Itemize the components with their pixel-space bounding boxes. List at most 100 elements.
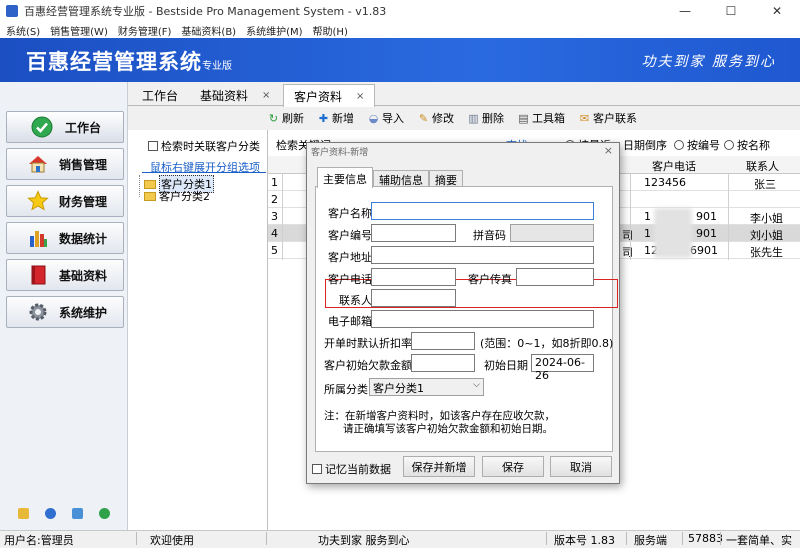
- maximize-button[interactable]: ☐: [708, 0, 754, 22]
- label-init-date: 初始日期: [484, 359, 528, 372]
- menu-system[interactable]: 系统(S): [6, 23, 40, 38]
- tab-basic-data[interactable]: 基础资料 ×: [190, 84, 280, 106]
- redacted-region: [654, 208, 692, 258]
- customer-contact-button[interactable]: ✉ 客户联系: [579, 110, 637, 126]
- remember-data-checkbox[interactable]: 记忆当前数据: [312, 461, 391, 477]
- dialog-title: 客户资料-新增: [311, 148, 369, 158]
- brand-slogan: 功夫到家 服务到心: [641, 54, 776, 70]
- contact-person-input[interactable]: [371, 289, 456, 307]
- initial-debt-input[interactable]: [411, 354, 475, 372]
- link-category-checkbox[interactable]: 检索时关联客户分类: [148, 138, 260, 154]
- pinyin-code-input: [510, 224, 594, 242]
- nav-sales[interactable]: 销售管理: [6, 148, 124, 180]
- menu-bar: 系统(S) 销售管理(W) 财务管理(F) 基础资料(B) 系统维护(M) 帮助…: [0, 22, 800, 38]
- add-button[interactable]: ✚ 新增: [318, 110, 354, 126]
- tree-item-category-2[interactable]: 客户分类2: [144, 188, 210, 204]
- left-nav-panel: 工作台 销售管理 财务管理 数据统计 基础资料 系统维护: [0, 82, 128, 530]
- nav-statistics[interactable]: 数据统计: [6, 222, 124, 254]
- nav-basic-data[interactable]: 基础资料: [6, 259, 124, 291]
- email-input[interactable]: [371, 310, 594, 328]
- app-banner: 百惠经营管理系统专业版 功夫到家 服务到心: [0, 38, 800, 82]
- checkbox-box[interactable]: [148, 141, 158, 151]
- label-email: 电子邮箱: [328, 315, 372, 328]
- chevron-down-icon: ⌵: [473, 380, 480, 390]
- refresh-button[interactable]: ↻ 刷新: [268, 110, 304, 126]
- nav-label: 基础资料: [59, 268, 108, 283]
- menu-maintenance[interactable]: 系统维护(M): [246, 23, 302, 38]
- app-icon: [6, 5, 18, 17]
- menu-sales[interactable]: 销售管理(W): [50, 23, 108, 38]
- customer-phone-input[interactable]: [371, 268, 456, 286]
- nav-workbench[interactable]: 工作台: [6, 111, 124, 143]
- label-address: 客户地址: [328, 251, 372, 264]
- initial-date-input[interactable]: 2024-06-26: [531, 354, 594, 382]
- pencil-icon: ✎: [418, 111, 429, 125]
- brand-edition: 专业版: [202, 61, 232, 72]
- radio-by-code[interactable]: 按编号: [674, 137, 720, 153]
- nav-label: 数据统计: [59, 231, 108, 246]
- category-select[interactable]: 客户分类1 ⌵: [369, 378, 484, 396]
- tab-summary[interactable]: 摘要: [429, 170, 463, 187]
- plus-icon: ✚: [318, 111, 329, 125]
- delete-button[interactable]: ▥ 删除: [468, 110, 504, 126]
- category-tree-panel: 检索时关联客户分类 鼠标右键展开分组选项 客户分类1 客户分类2: [128, 130, 268, 530]
- trash-icon: ▥: [468, 111, 479, 125]
- toolbox-icon: ▤: [518, 111, 529, 125]
- calculator-icon[interactable]: [72, 508, 83, 519]
- lock-icon[interactable]: [18, 508, 29, 519]
- tab-main-info[interactable]: 主要信息: [317, 167, 373, 188]
- grid-divider: [630, 174, 631, 260]
- customer-fax-input[interactable]: [516, 268, 594, 286]
- nav-label: 系统维护: [59, 305, 108, 320]
- bar-chart-icon: [27, 227, 49, 249]
- discount-rate-input[interactable]: [411, 332, 475, 350]
- tab-customer-data[interactable]: 客户资料 ×: [283, 84, 376, 107]
- grid-divider: [728, 174, 729, 260]
- tree-hint-underline: [142, 172, 266, 173]
- dialog-form-panel: 客户名称 客户编号 拼音码 客户地址 客户电话 客户传真 联系人 电子邮箱 开单…: [315, 186, 618, 452]
- edit-button[interactable]: ✎ 修改: [418, 110, 454, 126]
- import-button[interactable]: ◒ 导入: [368, 110, 404, 126]
- toolbox-button[interactable]: ▤ 工具箱: [518, 110, 565, 126]
- info-icon[interactable]: [45, 508, 56, 519]
- book-icon: [27, 264, 49, 286]
- exit-icon[interactable]: [99, 508, 110, 519]
- close-tab-icon[interactable]: ×: [262, 90, 270, 101]
- customer-address-input[interactable]: [371, 246, 594, 264]
- col-contact-header: 联系人: [746, 160, 779, 173]
- window-titlebar: 百惠经营管理系统专业版 - Bestside Pro Management Sy…: [0, 0, 800, 22]
- nav-finance[interactable]: 财务管理: [6, 185, 124, 217]
- save-and-new-button[interactable]: 保存并新增: [403, 456, 475, 477]
- label-phone: 客户电话: [328, 273, 372, 286]
- radio-by-name[interactable]: 按名称: [724, 137, 770, 153]
- col-phone-header: 客户电话: [652, 160, 696, 173]
- cancel-button[interactable]: 取消: [550, 456, 612, 477]
- star-icon: [27, 190, 49, 212]
- label-pinyin: 拼音码: [473, 229, 506, 242]
- customer-name-input[interactable]: [371, 202, 594, 220]
- save-button[interactable]: 保存: [482, 456, 544, 477]
- label-category: 所属分类: [324, 383, 368, 396]
- label-fax: 客户传真: [468, 273, 512, 286]
- close-window-button[interactable]: ✕: [754, 0, 800, 22]
- minimize-button[interactable]: —: [662, 0, 708, 22]
- brand-title: 百惠经营管理系统专业版: [26, 50, 232, 74]
- nav-label: 销售管理: [59, 157, 108, 172]
- menu-basic[interactable]: 基础资料(B): [181, 23, 236, 38]
- radio-recent-tail: 日期倒序: [623, 139, 667, 152]
- dialog-close-button[interactable]: ×: [604, 144, 613, 157]
- nav-maintenance[interactable]: 系统维护: [6, 296, 124, 328]
- label-code: 客户编号: [328, 229, 372, 242]
- label-name: 客户名称: [328, 207, 372, 220]
- nav-label: 财务管理: [59, 194, 108, 209]
- customer-add-dialog: 客户资料-新增 × 主要信息 辅助信息 摘要 客户名称 客户编号 拼音码 客户地…: [306, 142, 620, 484]
- tab-aux-info[interactable]: 辅助信息: [373, 170, 429, 187]
- folder-icon: [144, 191, 156, 201]
- menu-help[interactable]: 帮助(H): [313, 23, 348, 38]
- dialog-note: 注：在新增客户资料时，如该客户存在应收欠款， 请正确填写该客户初始欠款金额和初始…: [324, 410, 555, 435]
- close-tab-icon[interactable]: ×: [356, 91, 364, 102]
- customer-code-input[interactable]: [371, 224, 456, 242]
- contact-icon: ✉: [579, 111, 590, 125]
- tab-workbench[interactable]: 工作台: [132, 84, 188, 106]
- menu-finance[interactable]: 财务管理(F): [118, 23, 172, 38]
